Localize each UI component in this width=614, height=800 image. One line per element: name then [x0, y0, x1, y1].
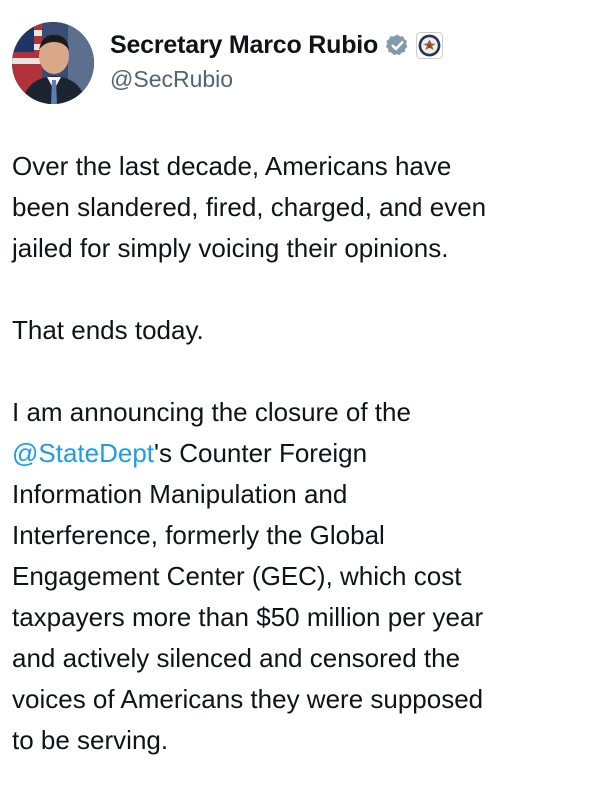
state-department-seal-icon[interactable] [416, 31, 444, 59]
avatar-image [12, 22, 94, 104]
text-line: Over the last decade, Americans have [12, 151, 452, 181]
text-line-with-mention: @StateDept's Counter Foreign [12, 433, 602, 474]
display-name[interactable]: Secretary Marco Rubio [110, 31, 378, 60]
tweet-header: Secretary Marco Rubio @SecRubio [12, 22, 592, 106]
text-line: taxpayers more than $50 million per year [12, 602, 484, 632]
text-line: Interference, formerly the Global [12, 520, 385, 550]
avatar[interactable] [12, 22, 94, 104]
text-line: That ends today. [12, 315, 204, 345]
name-row: Secretary Marco Rubio [110, 27, 444, 63]
verified-badge-icon[interactable] [385, 33, 410, 58]
text-line: to be serving. [12, 725, 169, 755]
text-segment: 's Counter Foreign [154, 438, 368, 468]
mention-link[interactable]: @StateDept [12, 438, 154, 468]
text-line: jailed for simply voicing their opinions… [12, 233, 449, 263]
text-line: Engagement Center (GEC), which cost [12, 561, 462, 591]
text-line: and actively silenced and censored the [12, 643, 461, 673]
text-line: Information Manipulation and [12, 479, 348, 509]
text-line: I am announcing the closure of the [12, 397, 411, 427]
text-line: been slandered, fired, charged, and even [12, 192, 487, 222]
user-handle[interactable]: @SecRubio [110, 66, 233, 93]
tweet: Secretary Marco Rubio @SecRubio Over the… [0, 0, 614, 800]
tweet-text: Over the last decade, Americans have bee… [12, 146, 602, 761]
text-line: voices of Americans they were supposed [12, 684, 484, 714]
